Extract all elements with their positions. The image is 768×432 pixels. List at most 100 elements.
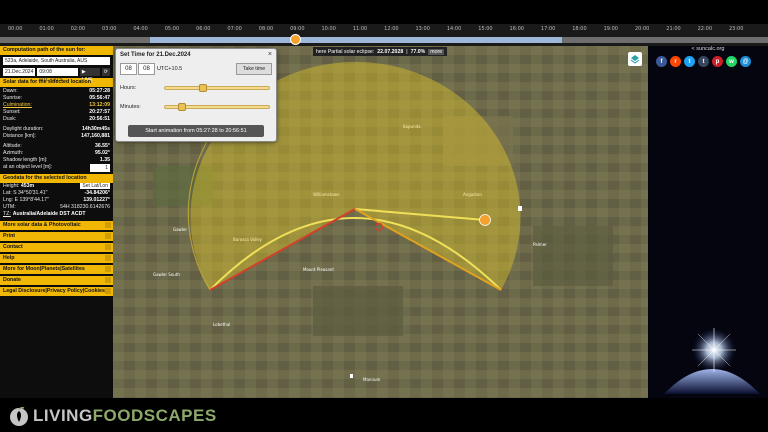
object-level-input[interactable]: 1: [90, 164, 110, 172]
pinterest-icon[interactable]: p: [712, 56, 723, 67]
eclipse-notice: here Partial solar eclipse: 22.07.2028 |…: [313, 47, 448, 56]
minutes-label: Minutes:: [120, 104, 141, 110]
start-animation-button[interactable]: Start animation from 05:27:28 to 20:56:5…: [128, 125, 264, 137]
hour-tick: 23:00: [728, 26, 744, 32]
sidebar-links: More solar data & Photovoltaic Print Conta…: [0, 221, 113, 296]
twitter-icon[interactable]: t: [684, 56, 695, 67]
take-time-button[interactable]: Take time: [236, 63, 272, 75]
row-label: Culmination:: [3, 102, 32, 108]
hour-tick: 16:00: [509, 26, 524, 32]
solar-duration: Daylight duration: 14h30m45s Distance [km]…: [0, 126, 113, 140]
hour-tick: 04:00: [133, 26, 148, 32]
refresh-icon[interactable]: ⟳: [101, 67, 110, 76]
sidebar-link[interactable]: More solar data & Photovoltaic: [0, 221, 113, 230]
sidebar-link-label: More solar data & Photovoltaic: [3, 222, 81, 228]
minute-input[interactable]: 08: [138, 63, 155, 75]
minutes-slider[interactable]: [164, 103, 270, 111]
layers-button[interactable]: [628, 52, 642, 66]
tz-value: Australia/Adelaide DST ACDT: [12, 211, 86, 217]
whatsapp-icon[interactable]: w: [726, 56, 737, 67]
object-level-row: at an object level [m]: 1: [0, 164, 113, 172]
minutes-slider-thumb[interactable]: [177, 103, 186, 111]
hour-tick: 07:00: [227, 26, 242, 32]
data-row: Sunset: 20:27:57: [0, 109, 113, 116]
location-input[interactable]: 523a, Adelaide, South Australia, AUS: [3, 57, 110, 65]
data-row: Daylight duration: 14h30m45s: [0, 126, 113, 133]
geo-header: Geodata for the selected location: [0, 174, 113, 183]
brand-prefix: LIVING: [33, 406, 93, 425]
layers-icon: [630, 55, 640, 64]
app-window: 00:00 01:00 02:00 03:00 04:00 05:00 06:00 07:00…: [0, 0, 768, 432]
lng-label: Lng:: [3, 197, 14, 203]
svg-text:Mount Pleasant: Mount Pleasant: [303, 267, 334, 272]
hours-slider-thumb[interactable]: [199, 84, 208, 92]
hour-ticks: 00:00 01:00 02:00 03:00 04:00 05:00 06:00 07:00…: [0, 26, 768, 36]
height-value: 453m: [20, 183, 35, 189]
lat-label: Lat:: [3, 190, 12, 196]
set-latlon-button[interactable]: Set Lat/Lon: [80, 183, 110, 189]
sidebar-link[interactable]: Donate: [0, 276, 113, 285]
right-panel: < suncalc.org f r t t p w @: [648, 46, 768, 398]
facebook-icon[interactable]: f: [656, 56, 667, 67]
lat-decimal: -34.84206°: [84, 190, 110, 196]
hour-tick: 21:00: [666, 26, 681, 32]
hours-slider[interactable]: [164, 84, 270, 92]
hour-tick: 20:00: [634, 26, 650, 32]
row-value: 20:56:51: [89, 116, 110, 122]
hour-tick: 10:00: [321, 26, 336, 32]
hour-tick: 13:00: [415, 26, 430, 32]
social-buttons: f r t t p w @: [656, 56, 751, 67]
row-value: 13:12:09: [89, 102, 110, 108]
expand-icon: [105, 277, 111, 283]
time-slider-handle[interactable]: [290, 34, 301, 45]
sidebar-link[interactable]: Help: [0, 254, 113, 263]
sidebar: Computation path of the sun for: 523a, A…: [0, 46, 113, 398]
hour-tick: 06:00: [196, 26, 211, 32]
sidebar-link[interactable]: Print: [0, 232, 113, 241]
data-row: Dusk: 20:56:51: [0, 116, 113, 123]
eclipse-text: here Partial solar eclipse:: [316, 48, 375, 55]
svg-text:Mannum: Mannum: [363, 377, 381, 382]
hour-tick: 00:00: [8, 26, 23, 32]
dialog-title: Set Time for 21.Dec.2024: [120, 52, 191, 58]
sidebar-link-label: More for Moon|Planets|Satellites: [3, 266, 85, 272]
lng-dms: E 139°8'44.17": [14, 197, 49, 203]
eclipse-more-button[interactable]: more: [428, 48, 445, 55]
reddit-icon[interactable]: r: [670, 56, 681, 67]
row-label: Azimuth:: [3, 150, 24, 156]
eclipse-percent: 77.0%: [410, 48, 426, 55]
time-field[interactable]: 09:08 UTC+10.5: [37, 67, 78, 83]
daylight-range: [150, 37, 562, 43]
utm-label: UTM:: [3, 204, 16, 210]
row-label: Daylight duration:: [3, 126, 44, 132]
sidebar-link-label: Contact: [3, 244, 23, 250]
sidebar-link[interactable]: More for Moon|Planets|Satellites: [0, 265, 113, 274]
live-button[interactable]: ▶ LIVE: [79, 67, 100, 83]
lng-decimal: 139.01227°: [83, 197, 110, 203]
close-icon[interactable]: ×: [268, 51, 272, 58]
email-icon[interactable]: @: [740, 56, 751, 67]
sidebar-link[interactable]: Contact: [0, 243, 113, 252]
row-value: 36.55°: [94, 143, 110, 149]
row-label: Sunrise:: [3, 95, 23, 101]
hour-tick: 05:00: [164, 26, 180, 32]
date-time-controls: 21.Dec.2024 09:08 UTC+10.5 ▶ LIVE ⟳: [0, 67, 113, 83]
hour-tick: 02:00: [70, 26, 86, 32]
sidebar-link[interactable]: Legal Disclosure|Privacy Policy|Cookies: [0, 287, 113, 296]
row-label: Dusk:: [3, 116, 17, 122]
time-slider-bar[interactable]: 00:00 01:00 02:00 03:00 04:00 05:00 06:00 07:00…: [0, 24, 768, 46]
date-field[interactable]: 21.Dec.2024: [3, 67, 36, 76]
lat-row: Lat: S 34°50'31.41" -34.84206°: [0, 190, 113, 197]
hour-input[interactable]: 08: [120, 63, 137, 75]
lat-dms: S 34°50'31.41": [13, 190, 48, 196]
height-row: Height: 453m Set Lat/Lon: [0, 183, 113, 190]
sunrise-planet-graphic: [664, 328, 760, 394]
solar-times: Dawn: 05:27:28 Sunrise: 05:56:47 Culmination…: [0, 88, 113, 123]
hour-tick: 01:00: [39, 26, 54, 32]
site-name[interactable]: < suncalc.org: [648, 46, 768, 52]
tumblr-icon[interactable]: t: [698, 56, 709, 67]
tz-label[interactable]: TZ:: [3, 211, 11, 218]
expand-icon: [105, 233, 111, 239]
utm-row: UTM: 54H 318230.6142676: [0, 204, 113, 211]
row-value: 05:27:28: [89, 88, 110, 94]
